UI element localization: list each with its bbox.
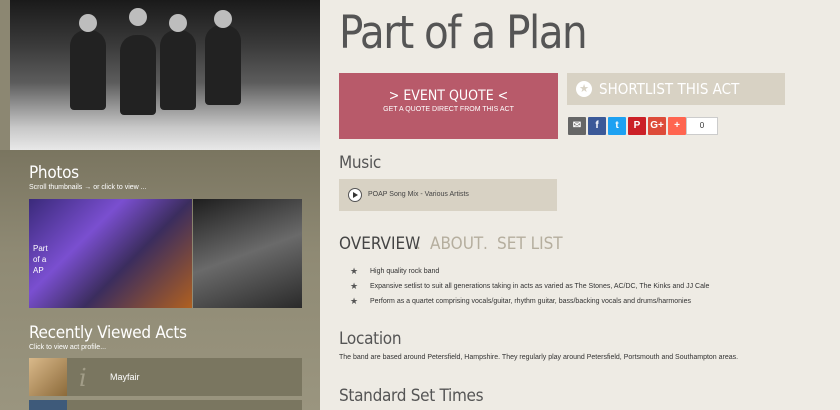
overview-point: Expansive setlist to suit all generation… — [370, 283, 710, 290]
photo-thumbnail[interactable] — [193, 199, 302, 308]
band-member-figure — [120, 35, 156, 115]
band-member-figure — [205, 25, 241, 105]
thumbnail-sign-text: Part of a AP — [33, 244, 48, 275]
shortlist-label: SHORTLIST THIS ACT — [599, 80, 740, 98]
info-icon: i — [79, 364, 87, 392]
email-icon[interactable]: ✉ — [568, 117, 586, 135]
hero-band-photo — [10, 0, 320, 150]
band-member-head — [129, 8, 147, 26]
location-heading: Location — [339, 329, 402, 349]
band-member-figure — [160, 30, 196, 110]
event-quote-label: > EVENT QUOTE < — [388, 88, 509, 104]
bullet-star-icon: ★ — [350, 296, 359, 306]
event-quote-button[interactable]: > EVENT QUOTE < GET A QUOTE DIRECT FROM … — [339, 73, 558, 139]
star-icon: ★ — [576, 81, 592, 97]
play-icon[interactable] — [348, 188, 362, 202]
band-member-figure — [70, 30, 106, 110]
location-text: The band are based around Petersfield, H… — [339, 354, 739, 361]
recently-viewed-heading: Recently Viewed Acts — [29, 323, 187, 343]
photos-subtitle: Scroll thumbnails → or click to view ... — [29, 184, 147, 191]
band-member-head — [79, 14, 97, 32]
set-times-heading: Standard Set Times — [339, 386, 484, 406]
music-heading: Music — [339, 153, 382, 173]
photo-thumbnail[interactable]: Part of a AP — [29, 199, 192, 308]
tab-separator: . — [416, 234, 421, 254]
band-member-head — [169, 14, 187, 32]
tab-set-list[interactable]: SET LIST — [497, 234, 563, 254]
more-share-icon[interactable]: + — [668, 117, 686, 135]
bullet-star-icon: ★ — [350, 281, 359, 291]
twitter-icon[interactable]: t — [608, 117, 626, 135]
recent-act-name: Mayfair — [110, 372, 140, 382]
audio-player: POAP Song Mix - Various Artists — [339, 179, 557, 211]
overview-point: High quality rock band — [370, 268, 440, 275]
photos-heading: Photos — [29, 163, 79, 183]
recent-act-item[interactable]: i Mayfair — [29, 358, 302, 396]
share-count: 0 — [686, 117, 718, 135]
recent-act-item[interactable] — [29, 400, 302, 410]
tab-separator: . — [483, 234, 488, 254]
bullet-star-icon: ★ — [350, 266, 359, 276]
recent-act-thumbnail — [29, 400, 67, 410]
google-plus-icon[interactable]: G+ — [648, 117, 666, 135]
shortlist-button[interactable]: ★ SHORTLIST THIS ACT — [567, 73, 785, 105]
recently-viewed-subtitle: Click to view act profile... — [29, 344, 107, 351]
tab-overview[interactable]: OVERVIEW — [339, 234, 420, 254]
pinterest-icon[interactable]: P — [628, 117, 646, 135]
facebook-icon[interactable]: f — [588, 117, 606, 135]
player-track-title: POAP Song Mix - Various Artists — [368, 191, 469, 198]
band-member-head — [214, 10, 232, 28]
overview-point: Perform as a quartet comprising vocals/g… — [370, 298, 691, 305]
event-quote-sublabel: GET A QUOTE DIRECT FROM THIS ACT — [383, 106, 514, 113]
tab-about[interactable]: ABOUT — [430, 234, 483, 254]
page-title: Part of a Plan — [339, 6, 588, 59]
recent-act-thumbnail — [29, 358, 67, 396]
